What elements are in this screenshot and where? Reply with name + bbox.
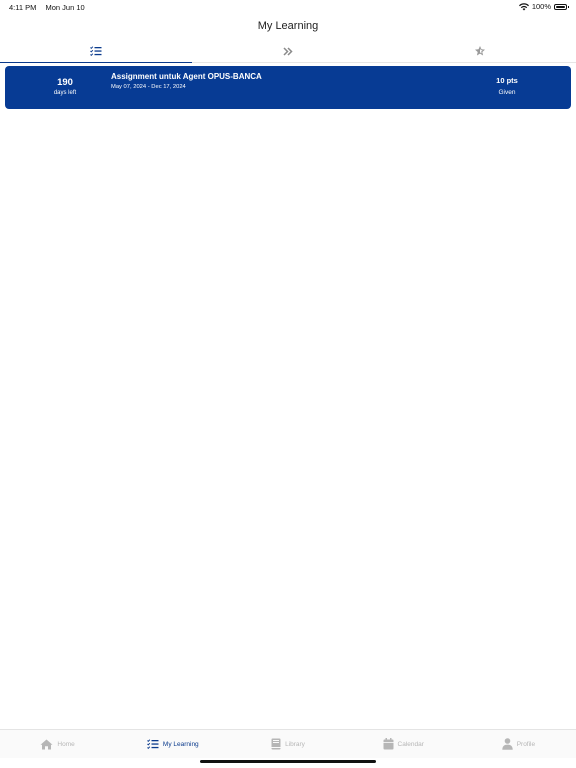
assignment-dates: May 07, 2024 - Dec 17, 2024 (111, 84, 186, 90)
double-chevron-right-icon (283, 46, 293, 56)
battery-percent: 100% (531, 2, 551, 11)
bottom-tab-label: Home (57, 740, 75, 748)
tab-in-progress[interactable] (192, 40, 384, 62)
status-date: Mon Jun 10 (45, 3, 85, 12)
assignment-info: Assignment untuk Agent OPUS-BANCA May 07… (111, 72, 262, 90)
home-indicator[interactable] (200, 760, 376, 763)
page-title: My Learning (257, 20, 319, 32)
bottom-tab-profile[interactable]: Profile (461, 730, 576, 758)
bottom-tab-label: My Learning (162, 740, 199, 748)
bottom-tab-label: Profile (516, 740, 536, 748)
assignment-points: 10 pts (496, 76, 518, 85)
bottom-tab-label: Library (285, 740, 305, 748)
bottom-tab-home[interactable]: Home (0, 730, 115, 758)
battery-icon (554, 3, 569, 10)
points-block: 10 pts Given (477, 76, 537, 96)
bottom-tab-bar: Home My Learning Library Calendar Profil… (0, 729, 576, 758)
status-time: 4:11 PM (9, 3, 37, 12)
star-icon (474, 45, 486, 57)
assignment-title: Assignment untuk Agent OPUS-BANCA (111, 72, 262, 81)
top-tab-bar (0, 40, 576, 63)
tab-favorites[interactable] (384, 40, 576, 62)
days-left-label: days left (53, 90, 77, 96)
status-left: 4:11 PM Mon Jun 10 (9, 3, 85, 12)
calendar-icon (383, 738, 394, 750)
list-check-icon (90, 46, 102, 56)
days-left-count: 190 (57, 77, 73, 88)
home-icon (40, 739, 53, 750)
bottom-tab-calendar[interactable]: Calendar (346, 730, 461, 758)
assignment-status: Given (498, 89, 516, 96)
status-right: 100% (518, 2, 569, 11)
days-left-block: 190 days left (35, 77, 95, 96)
tab-assignments[interactable] (0, 40, 192, 63)
wifi-icon (518, 2, 529, 11)
list-check-icon (147, 739, 159, 749)
bottom-tab-my-learning[interactable]: My Learning (115, 730, 230, 758)
person-icon (501, 738, 513, 750)
bottom-tab-library[interactable]: Library (230, 730, 345, 758)
screen: 4:11 PM Mon Jun 10 100% My Learning 190 … (0, 0, 576, 768)
assignment-card[interactable]: 190 days left Assignment untuk Agent OPU… (5, 66, 571, 109)
bottom-tab-label: Calendar (397, 740, 424, 748)
book-icon (271, 738, 281, 750)
status-bar: 4:11 PM Mon Jun 10 100% (0, 0, 576, 14)
